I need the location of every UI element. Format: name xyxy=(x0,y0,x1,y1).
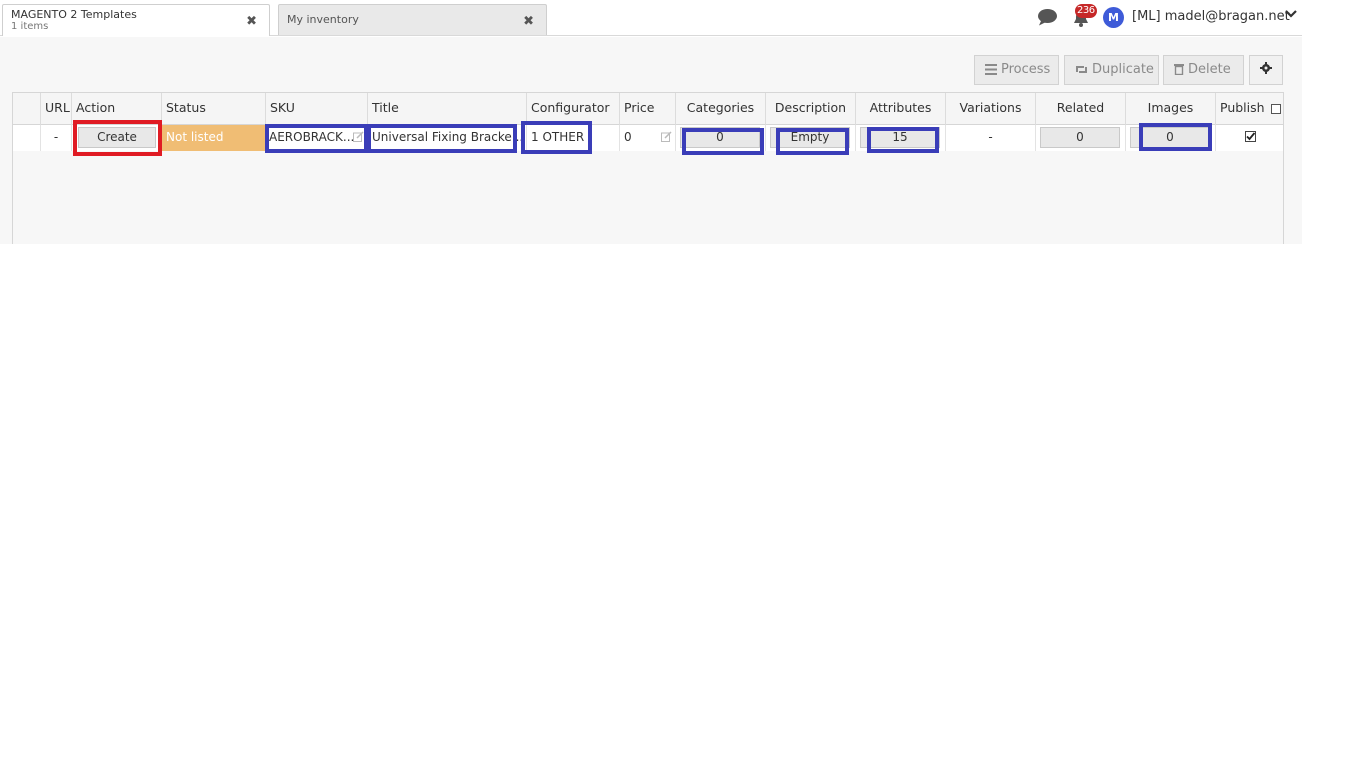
publish-checkbox[interactable] xyxy=(1245,131,1256,142)
status-badge: Not listed xyxy=(162,125,266,151)
close-icon[interactable]: ✖ xyxy=(523,14,534,29)
duplicate-button[interactable]: Duplicate xyxy=(1064,55,1159,85)
column-header-related[interactable]: Related xyxy=(1036,93,1126,125)
categories-cell: 0 xyxy=(676,125,766,151)
create-button[interactable]: Create xyxy=(78,127,156,148)
publish-cell xyxy=(1216,125,1285,151)
table-row: - Create Not listed AEROBRACK... Univers… xyxy=(13,125,1283,151)
user-account-label[interactable]: [ML] madel@bragan.net xyxy=(1132,9,1290,24)
delete-button[interactable]: Delete xyxy=(1163,55,1244,85)
duplicate-label: Duplicate xyxy=(1092,62,1154,77)
tab-title: MAGENTO 2 Templates xyxy=(11,8,137,21)
tab-magento-templates[interactable]: MAGENTO 2 Templates 1 items ✖ xyxy=(2,4,270,36)
column-header-description[interactable]: Description xyxy=(766,93,856,125)
notification-badge: 236 xyxy=(1075,4,1097,18)
tab-item-count: 1 items xyxy=(11,21,49,32)
column-header-attributes[interactable]: Attributes xyxy=(856,93,946,125)
action-cell: Create xyxy=(72,125,162,151)
avatar[interactable]: M xyxy=(1103,7,1124,28)
tab-title: My inventory xyxy=(287,13,359,26)
settings-button[interactable] xyxy=(1249,55,1283,85)
column-header-title[interactable]: Title xyxy=(368,93,527,125)
close-icon[interactable]: ✖ xyxy=(246,14,257,29)
edit-icon[interactable] xyxy=(661,131,672,142)
column-header-publish: Publish xyxy=(1216,93,1285,125)
trash-icon xyxy=(1174,64,1184,76)
row-select-cell[interactable] xyxy=(13,125,41,151)
variations-cell: - xyxy=(946,125,1036,151)
edit-icon[interactable] xyxy=(353,131,364,142)
categories-button[interactable]: 0 xyxy=(680,127,760,148)
attributes-button[interactable]: 15 xyxy=(860,127,940,148)
process-button[interactable]: Process xyxy=(974,55,1059,85)
column-header-configurator[interactable]: Configurator xyxy=(527,93,620,125)
tab-my-inventory[interactable]: My inventory ✖ xyxy=(278,4,547,35)
price-cell[interactable]: 0 xyxy=(620,125,676,151)
grid-header: URL Action Status SKU Title Configurator… xyxy=(13,93,1283,125)
publish-label: Publish xyxy=(1220,100,1265,115)
chevron-down-icon[interactable] xyxy=(1285,8,1297,22)
url-cell: - xyxy=(41,125,72,151)
top-bar: MAGENTO 2 Templates 1 items ✖ My invento… xyxy=(0,0,1302,36)
column-header-sku[interactable]: SKU xyxy=(266,93,368,125)
delete-label: Delete xyxy=(1188,62,1231,77)
column-header-status[interactable]: Status xyxy=(162,93,266,125)
configurator-cell[interactable]: 1 OTHER xyxy=(527,125,620,151)
publish-all-checkbox[interactable] xyxy=(1270,104,1281,114)
retweet-icon xyxy=(1076,66,1087,73)
related-cell: 0 xyxy=(1036,125,1126,151)
process-label: Process xyxy=(1001,62,1051,77)
gear-icon xyxy=(1260,62,1272,74)
description-button[interactable]: Empty xyxy=(770,127,850,148)
column-header-categories[interactable]: Categories xyxy=(676,93,766,125)
sku-cell[interactable]: AEROBRACK... xyxy=(266,125,368,151)
column-header-images[interactable]: Images xyxy=(1126,93,1216,125)
price-value: 0 xyxy=(624,130,632,144)
column-header-action[interactable]: Action xyxy=(72,93,162,125)
products-grid: URL Action Status SKU Title Configurator… xyxy=(12,92,1284,244)
attributes-cell: 15 xyxy=(856,125,946,151)
images-cell: 0 xyxy=(1126,125,1216,151)
column-header-price[interactable]: Price xyxy=(620,93,676,125)
title-value: Universal Fixing Bracke... xyxy=(372,130,524,144)
row-select-header xyxy=(13,93,41,125)
description-cell: Empty xyxy=(766,125,856,151)
chat-icon[interactable] xyxy=(1037,8,1058,26)
column-header-url[interactable]: URL xyxy=(41,93,72,125)
configurator-value: 1 OTHER xyxy=(531,130,585,144)
column-header-variations[interactable]: Variations xyxy=(946,93,1036,125)
sku-value: AEROBRACK... xyxy=(269,130,355,144)
title-cell[interactable]: Universal Fixing Bracke... xyxy=(368,125,527,151)
list-icon xyxy=(985,64,997,75)
images-button[interactable]: 0 xyxy=(1130,127,1210,148)
related-button[interactable]: 0 xyxy=(1040,127,1120,148)
